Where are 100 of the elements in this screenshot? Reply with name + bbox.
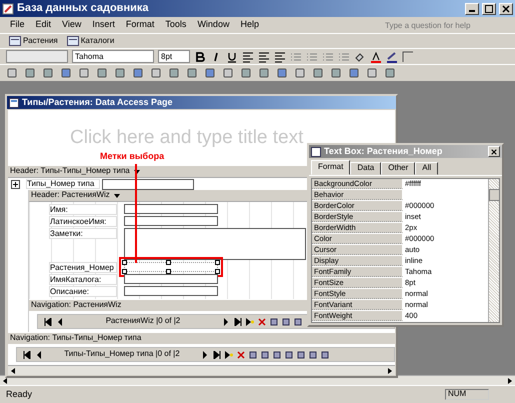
dropdown-arrow-icon[interactable]	[114, 194, 120, 198]
toolbar-link[interactable]: Растения	[6, 36, 61, 46]
form-icon	[66, 36, 79, 46]
font-combo[interactable]: Tahoma	[72, 50, 154, 63]
delete-record-icon[interactable]	[258, 318, 266, 326]
new-record-icon[interactable]	[225, 350, 233, 358]
previous-record-icon[interactable]	[35, 350, 43, 358]
font-color-icon[interactable]	[370, 50, 382, 62]
bold-icon[interactable]	[194, 50, 206, 62]
minimize-button[interactable]	[465, 2, 479, 14]
expand-icon[interactable]	[11, 180, 20, 188]
text-field[interactable]	[124, 204, 218, 214]
last-record-icon[interactable]	[234, 318, 242, 326]
text-field[interactable]	[124, 286, 218, 296]
toolbar-icon[interactable]	[258, 67, 270, 79]
field-label: Типы_Номер типа	[26, 178, 100, 190]
toolbar-icon[interactable]	[366, 67, 378, 79]
toolbar-icon[interactable]	[384, 67, 396, 79]
previous-record-icon[interactable]	[56, 318, 64, 326]
property-tab[interactable]: Data	[350, 162, 382, 175]
toolbar-icon[interactable]	[294, 67, 306, 79]
field-label: ЛатинскоеИмя:	[49, 216, 117, 227]
new-record-icon[interactable]	[246, 318, 254, 326]
toolbar-icon[interactable]	[114, 67, 126, 79]
toolbar-icon[interactable]	[186, 67, 198, 79]
close-button[interactable]	[488, 146, 500, 157]
toolbar-icon[interactable]	[240, 67, 252, 79]
menu-item[interactable]: Help	[240, 20, 259, 30]
text-field[interactable]	[124, 274, 218, 284]
toolbar-icon[interactable]	[204, 67, 216, 79]
toolbar-icon[interactable]	[150, 67, 162, 79]
toolbar-icon[interactable]	[132, 67, 144, 79]
close-icon	[491, 148, 497, 154]
maximize-button[interactable]	[482, 2, 496, 14]
pencil-icon	[2, 2, 14, 14]
menu-item[interactable]: Edit	[36, 20, 52, 30]
toolbar-icon[interactable]	[312, 67, 324, 79]
text-field[interactable]	[124, 262, 218, 272]
scroll-right-icon[interactable]	[507, 378, 513, 384]
record-counter: Типы-Типы_Номер типа |0 of |2	[63, 350, 181, 359]
menu-item[interactable]: Format	[126, 20, 154, 30]
status-indicator: NUM	[445, 389, 489, 400]
menu-item[interactable]: File	[10, 20, 25, 30]
border-icon[interactable]	[402, 50, 414, 62]
align-icon[interactable]	[258, 50, 270, 62]
section-header-label: Header: Типы-Типы_Номер типа	[10, 167, 130, 176]
toolbar-icon[interactable]	[60, 67, 72, 79]
window-title: База данных садовника	[17, 2, 148, 15]
underline-icon[interactable]	[226, 50, 238, 62]
text-field[interactable]	[124, 228, 306, 260]
toolbar-icon[interactable]	[42, 67, 54, 79]
field-label: Описание:	[49, 286, 117, 297]
property-sheet-title: Text Box: Растения_Номер	[324, 146, 442, 156]
help-search-field[interactable]: Type a question for help	[385, 19, 515, 31]
menu-item[interactable]: Insert	[92, 20, 115, 30]
toolbar-icon[interactable]	[276, 67, 288, 79]
first-record-icon[interactable]	[23, 350, 31, 358]
section-header-label: Header: РастенияWiz	[31, 191, 110, 200]
first-record-icon[interactable]	[44, 318, 52, 326]
toolbar-icon[interactable]	[96, 67, 108, 79]
line-color-icon[interactable]	[386, 50, 398, 62]
last-record-icon[interactable]	[213, 350, 221, 358]
font-size-combo[interactable]: 8pt	[158, 50, 190, 63]
property-tab[interactable]: Other	[381, 162, 416, 175]
property-tab[interactable]: Format	[311, 160, 350, 175]
status-text: Ready	[6, 390, 32, 400]
toolbar-icon[interactable]	[78, 67, 90, 79]
align-icon[interactable]	[274, 50, 286, 62]
callout-label: Метки выбора	[100, 152, 164, 162]
navigation-label: Navigation: Типы-Типы_Номер типа	[10, 334, 142, 343]
close-button[interactable]	[499, 2, 513, 14]
field-label: ИмяКаталога:	[49, 274, 117, 285]
align-icon[interactable]	[242, 50, 254, 62]
field-label: Заметки:	[49, 228, 117, 239]
vertical-scrollbar[interactable]	[488, 178, 499, 322]
maximize-icon	[485, 4, 493, 12]
property-tab[interactable]: All	[415, 162, 438, 175]
menu-item[interactable]: Tools	[165, 20, 186, 30]
toolbar-icon[interactable]	[330, 67, 342, 79]
page-icon	[9, 98, 19, 108]
text-field[interactable]	[124, 216, 218, 226]
next-record-icon[interactable]	[201, 350, 209, 358]
page-icon	[311, 146, 321, 156]
minimize-icon	[469, 10, 475, 12]
menu-item[interactable]: Window	[197, 20, 230, 30]
toolbar-icon[interactable]	[6, 67, 18, 79]
next-record-icon[interactable]	[222, 318, 230, 326]
toolbar-link[interactable]: Каталоги	[64, 36, 118, 46]
page-window-title: Типы/Растения: Data Access Page	[22, 98, 173, 108]
text-field[interactable]	[102, 178, 194, 190]
fill-color-icon[interactable]	[354, 50, 366, 62]
field-label: Растения_Номер	[49, 262, 117, 273]
form-icon	[9, 36, 21, 46]
toolbar-icon[interactable]	[168, 67, 180, 79]
delete-record-icon[interactable]	[237, 350, 245, 358]
toolbar-icon[interactable]	[222, 67, 234, 79]
toolbar-icon[interactable]	[24, 67, 36, 79]
menu-item[interactable]: View	[62, 20, 82, 30]
toolbar-icon[interactable]	[348, 67, 360, 79]
object-combo[interactable]	[6, 50, 68, 63]
